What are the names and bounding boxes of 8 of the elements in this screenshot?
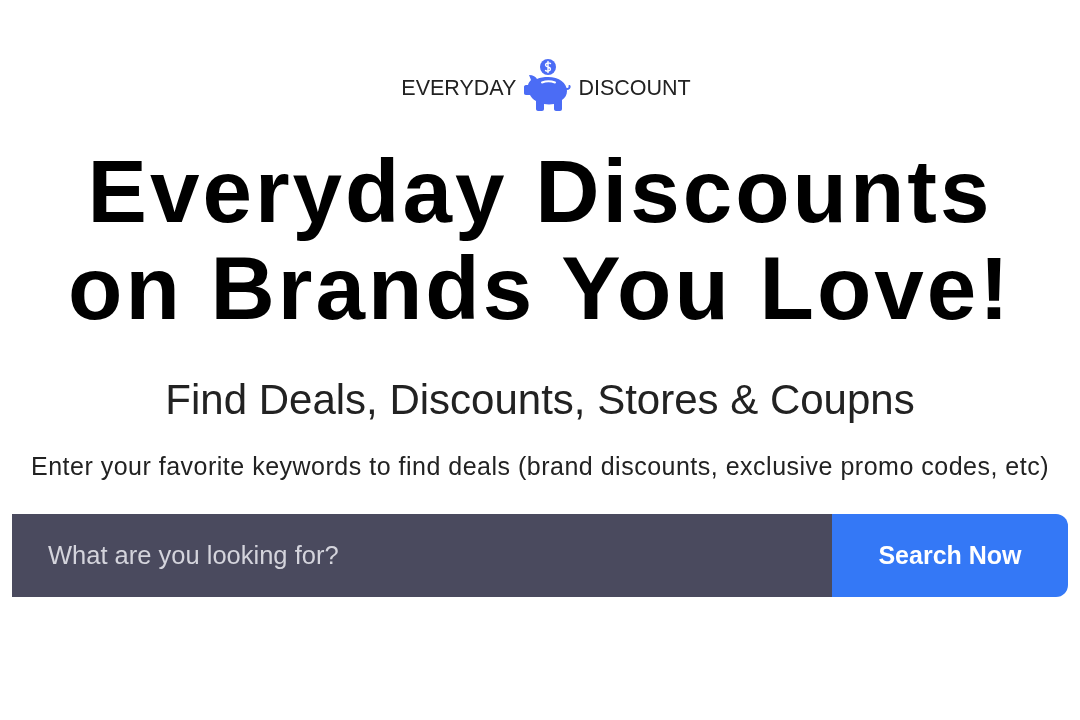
search-field[interactable]: What are you looking for? bbox=[12, 514, 832, 597]
description: Enter your favorite keywords to find deals (brand discounts, exclusive promo codes, etc) bbox=[30, 451, 1050, 481]
search-button[interactable]: Search Now bbox=[832, 514, 1068, 597]
logo-text: EVERYDAY bbox=[401, 75, 517, 102]
logo-text: DISCOUNT bbox=[578, 75, 691, 102]
headline: Everyday Discounts on Brands You Love! bbox=[67, 143, 1013, 337]
subtitle: Find Deals, Discounts, Stores & Coupns bbox=[165, 377, 915, 423]
piggy-bank-icon bbox=[523, 58, 572, 112]
